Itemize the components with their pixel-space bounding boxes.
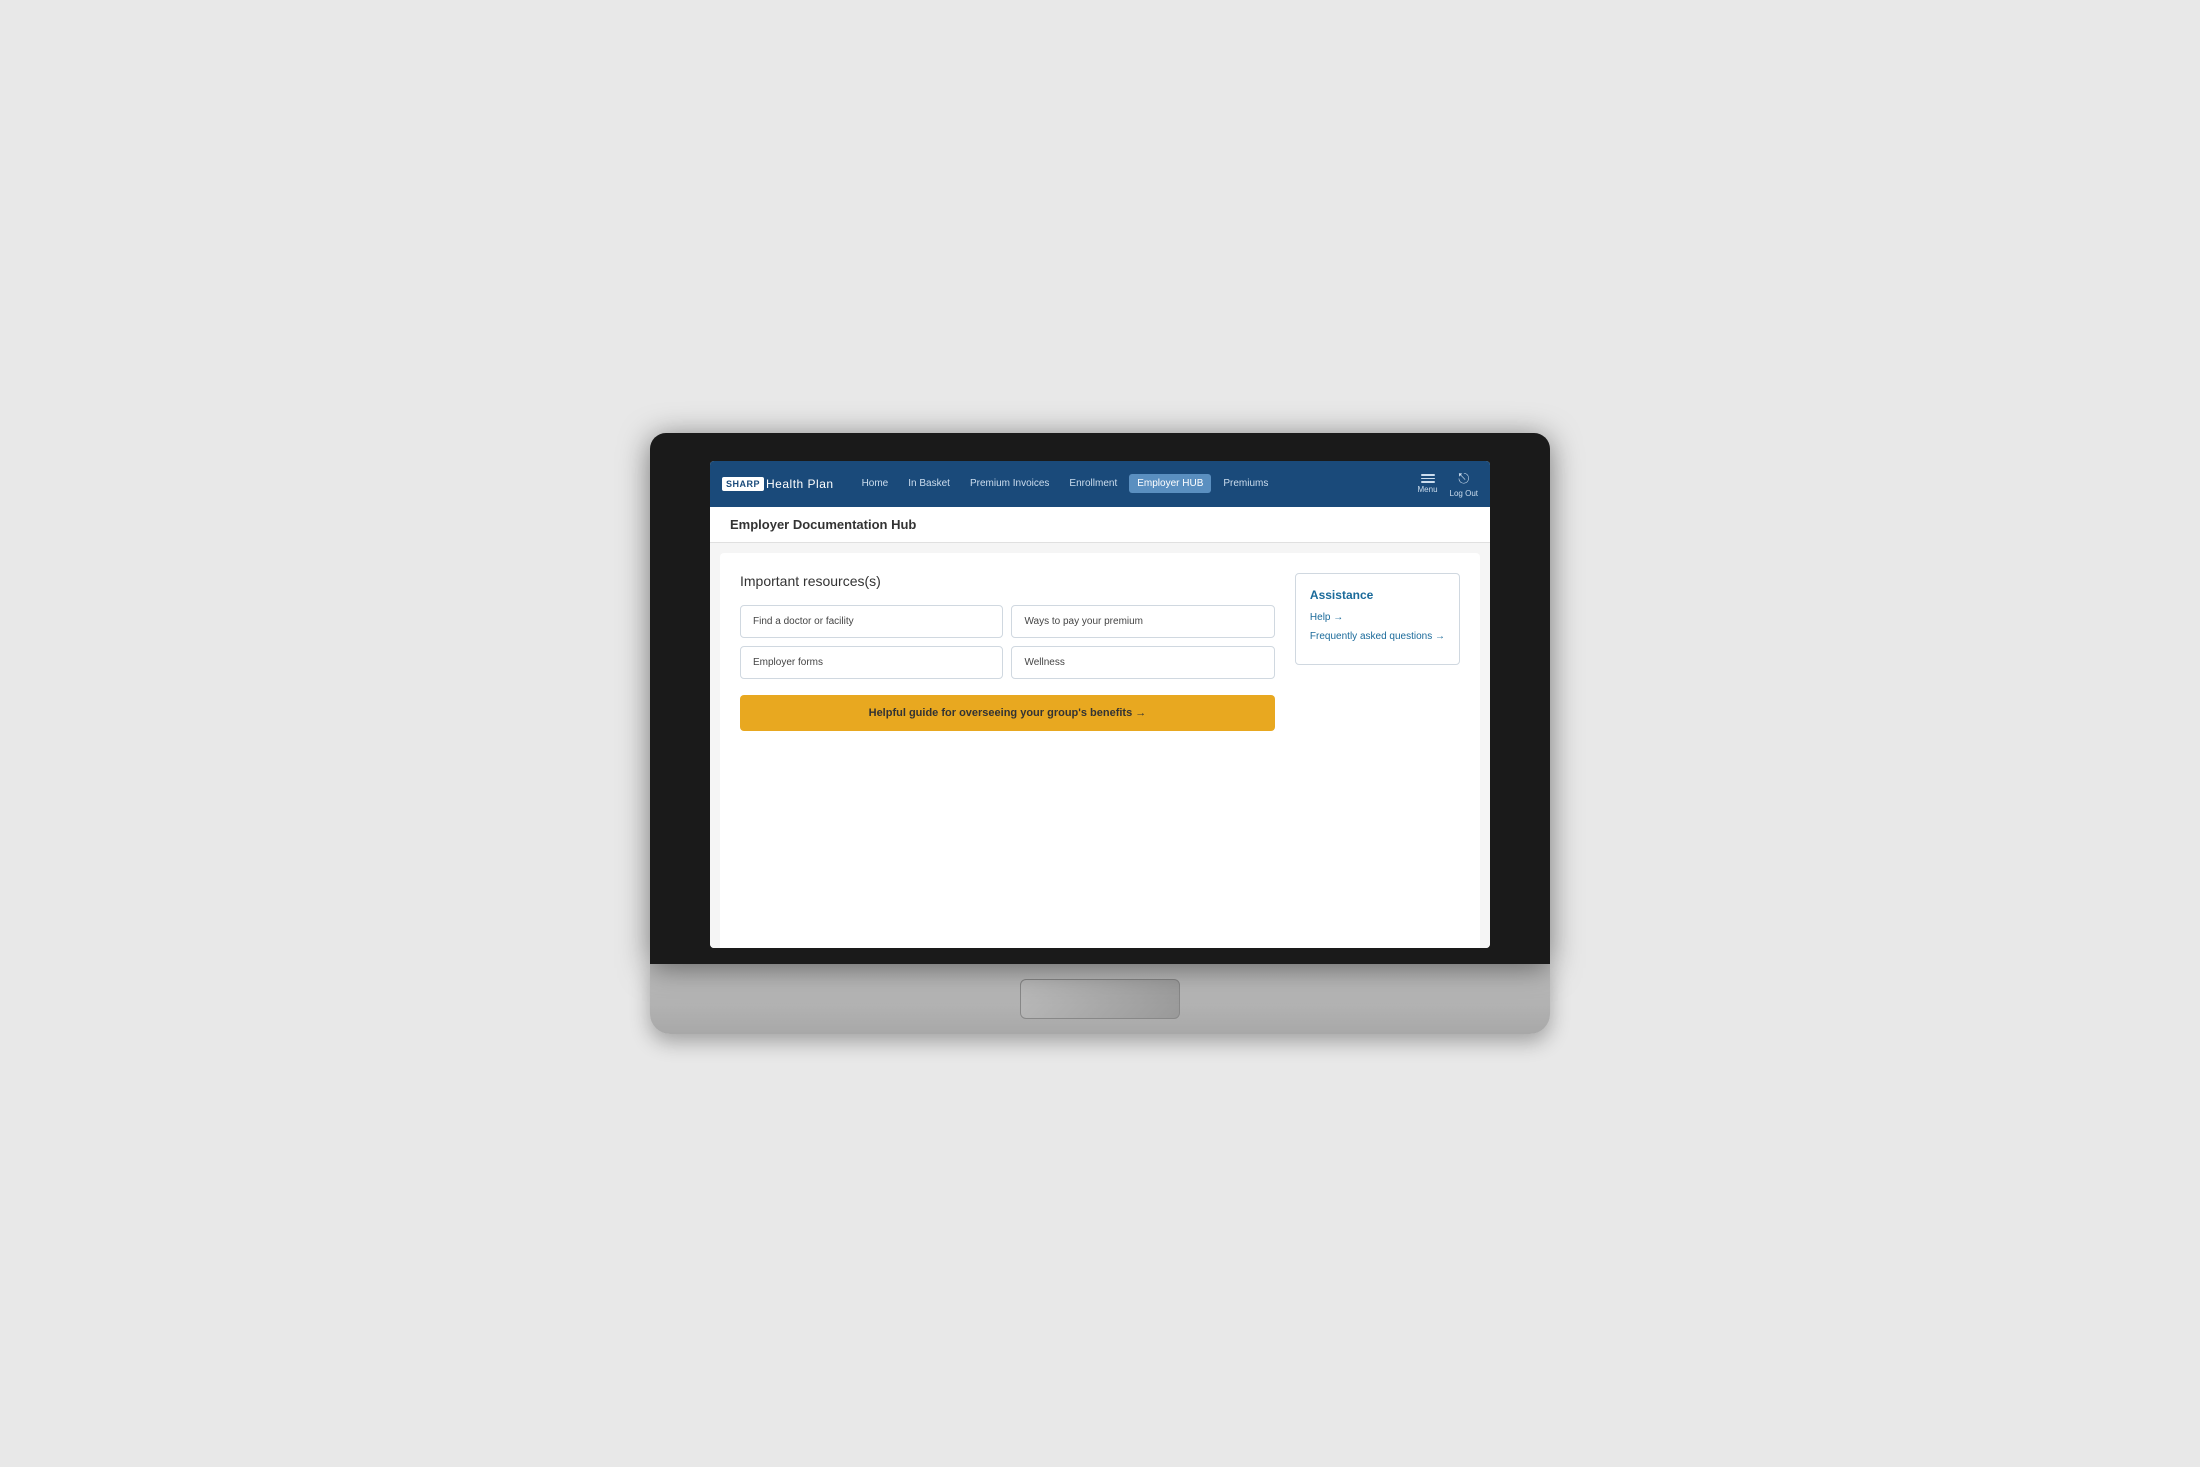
resource-ways-to-pay[interactable]: Ways to pay your premium <box>1011 605 1274 638</box>
logo-area: SHARP Health Plan <box>722 477 834 491</box>
main-layout: Important resources(s) Find a doctor or … <box>740 573 1460 731</box>
laptop-container: SHARP Health Plan Home In Basket Premium… <box>650 433 1550 1035</box>
nav-employer-hub[interactable]: Employer HUB <box>1129 474 1211 493</box>
nav-right-actions: Menu ⎋ Log Out <box>1418 470 1478 498</box>
app-root: SHARP Health Plan Home In Basket Premium… <box>710 461 1490 949</box>
nav-premium-invoices[interactable]: Premium Invoices <box>962 474 1057 493</box>
logo-sharp-text: SHARP <box>722 477 764 491</box>
resources-section: Important resources(s) Find a doctor or … <box>740 573 1275 731</box>
logout-button[interactable]: ⎋ Log Out <box>1450 470 1478 498</box>
resources-section-title: Important resources(s) <box>740 573 1275 589</box>
menu-button[interactable]: Menu <box>1418 474 1438 494</box>
nav-links-container: Home In Basket Premium Invoices Enrollme… <box>854 474 1418 493</box>
menu-label: Menu <box>1418 485 1438 494</box>
screen-bezel: SHARP Health Plan Home In Basket Premium… <box>650 433 1550 965</box>
nav-in-basket[interactable]: In Basket <box>900 474 958 493</box>
laptop-screen: SHARP Health Plan Home In Basket Premium… <box>710 461 1490 949</box>
content-area: Important resources(s) Find a doctor or … <box>720 553 1480 949</box>
helpful-guide-button[interactable]: Helpful guide for overseeing your group'… <box>740 695 1275 731</box>
hamburger-icon <box>1421 474 1435 483</box>
page-title: Employer Documentation Hub <box>730 517 916 532</box>
nav-premiums[interactable]: Premiums <box>1215 474 1276 493</box>
navigation-bar: SHARP Health Plan Home In Basket Premium… <box>710 461 1490 507</box>
assistance-title: Assistance <box>1310 588 1445 602</box>
page-header: Employer Documentation Hub <box>710 507 1490 543</box>
assistance-faq-link[interactable]: Frequently asked questions → <box>1310 631 1445 642</box>
assistance-help-link[interactable]: Help → <box>1310 612 1445 623</box>
hamburger-line-1 <box>1421 474 1435 476</box>
nav-home[interactable]: Home <box>854 474 897 493</box>
logout-label: Log Out <box>1450 489 1478 498</box>
logo-health-plan-text: Health Plan <box>766 477 834 491</box>
hamburger-line-2 <box>1421 478 1435 480</box>
assistance-card: Assistance Help → Frequently asked quest… <box>1295 573 1460 665</box>
resource-find-doctor[interactable]: Find a doctor or facility <box>740 605 1003 638</box>
resource-wellness[interactable]: Wellness <box>1011 646 1274 679</box>
resources-grid: Find a doctor or facility Ways to pay yo… <box>740 605 1275 679</box>
page-content: Employer Documentation Hub Important res… <box>710 507 1490 949</box>
nav-enrollment[interactable]: Enrollment <box>1061 474 1125 493</box>
resource-employer-forms[interactable]: Employer forms <box>740 646 1003 679</box>
hamburger-line-3 <box>1421 481 1435 483</box>
laptop-base <box>650 964 1550 1034</box>
logout-icon: ⎋ <box>1458 470 1469 487</box>
laptop-trackpad <box>1020 979 1180 1019</box>
